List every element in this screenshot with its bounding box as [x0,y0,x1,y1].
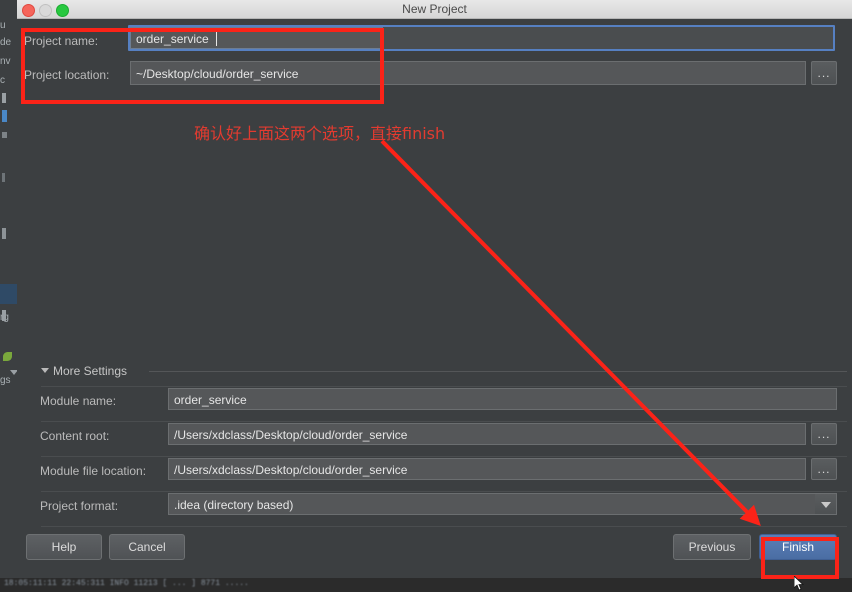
ide-left-edge-strip: u de nv c rg gs [0,0,17,592]
dialog-title-bar[interactable]: New Project [17,0,852,19]
content-root-browse-button[interactable]: ... [811,423,837,445]
annotation-box-fields-highlight [21,28,384,104]
ide-tree-marker [2,228,6,239]
project-format-label: Project format: [40,499,119,513]
grid-divider [41,421,847,422]
ide-tree-marker [2,132,7,138]
grid-divider [41,386,847,387]
ide-selected-row [0,284,17,304]
content-root-label: Content root: [40,429,110,443]
ide-tree-marker [2,310,6,321]
chevron-down-icon [41,368,49,373]
module-name-label: Module name: [40,394,117,408]
ide-log-text: 18:05:11:11 22:45:311 INFO 11213 [ ... ]… [4,579,249,588]
module-file-location-label: Module file location: [40,464,147,478]
ide-text-fragment: c [0,75,5,86]
grid-divider [41,526,847,527]
ide-bottom-log-strip: 18:05:11:11 22:45:311 INFO 11213 [ ... ]… [0,578,852,592]
ide-tree-marker [2,93,6,103]
project-location-browse-button[interactable]: ... [811,61,837,85]
project-format-dropdown-button[interactable] [815,493,837,515]
section-divider [149,371,847,372]
ide-text-fragment: de [0,37,12,48]
ide-disclosure-icon [10,370,17,375]
module-file-location-input[interactable]: /Users/xdclass/Desktop/cloud/order_servi… [168,458,806,480]
annotation-note-text: 确认好上面这两个选项，直接finish [194,124,446,143]
more-settings-section-header[interactable]: More Settings [41,362,847,380]
ide-tree-marker [2,173,5,182]
chevron-down-icon [820,502,831,508]
cancel-button[interactable]: Cancel [109,534,185,560]
mouse-cursor [794,576,805,591]
grid-divider [41,491,847,492]
grid-divider [41,456,847,457]
ide-text-fragment: gs [0,375,11,386]
project-format-select[interactable]: .idea (directory based) [168,493,816,515]
previous-button[interactable]: Previous [673,534,751,560]
help-button[interactable]: Help [26,534,102,560]
ide-leaf-icon [3,352,12,361]
ide-text-fragment: nv [0,56,11,67]
ide-text-fragment: u [0,20,6,31]
content-root-input[interactable]: /Users/xdclass/Desktop/cloud/order_servi… [168,423,806,445]
dialog-title: New Project [402,2,467,16]
annotation-box-finish-highlight [761,537,839,579]
module-file-location-browse-button[interactable]: ... [811,458,837,480]
more-settings-label: More Settings [53,364,128,378]
ide-selection-bar [2,110,7,122]
module-name-input[interactable]: order_service [168,388,837,410]
